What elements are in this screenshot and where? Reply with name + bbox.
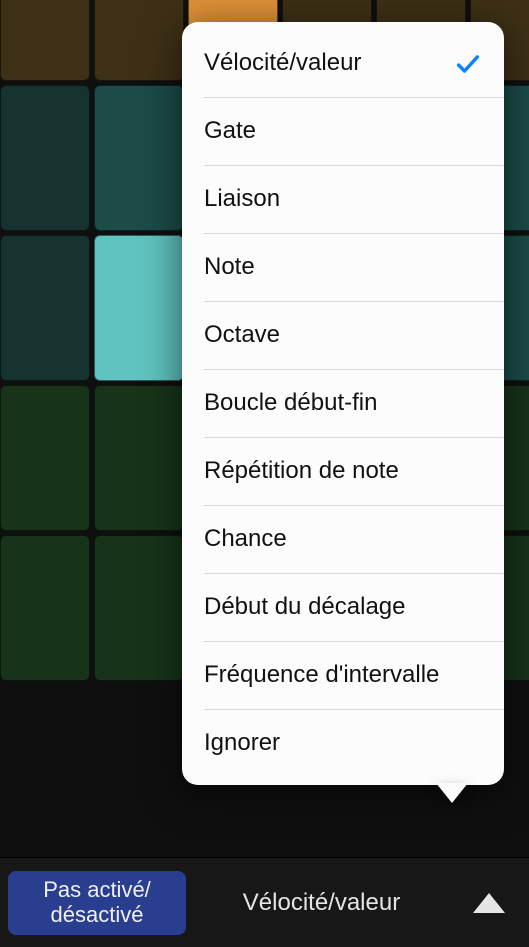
menu-item-label: Boucle début-fin: [204, 389, 377, 416]
menu-item-label: Ignorer: [204, 729, 280, 756]
check-icon: [454, 50, 482, 78]
step-toggle-button[interactable]: Pas activé/ désactivé: [8, 871, 186, 935]
menu-item-2[interactable]: Liaison: [204, 165, 504, 233]
menu-item-label: Vélocité/valeur: [204, 49, 361, 76]
menu-item-1[interactable]: Gate: [204, 97, 504, 165]
menu-item-label: Fréquence d'intervalle: [204, 661, 439, 688]
menu-item-5[interactable]: Boucle début-fin: [204, 369, 504, 437]
mode-menu-trigger[interactable]: [457, 871, 521, 935]
menu-item-3[interactable]: Note: [204, 233, 504, 301]
menu-item-6[interactable]: Répétition de note: [204, 437, 504, 505]
menu-item-7[interactable]: Chance: [204, 505, 504, 573]
grid-cell[interactable]: [0, 85, 90, 231]
grid-cell[interactable]: [0, 235, 90, 381]
grid-cell[interactable]: [0, 385, 90, 531]
grid-cell[interactable]: [0, 535, 90, 681]
menu-item-10[interactable]: Ignorer: [204, 709, 504, 777]
grid-cell[interactable]: [94, 535, 184, 681]
menu-item-9[interactable]: Fréquence d'intervalle: [204, 641, 504, 709]
grid-cell[interactable]: [94, 85, 184, 231]
menu-item-8[interactable]: Début du décalage: [204, 573, 504, 641]
grid-cell[interactable]: [94, 385, 184, 531]
menu-item-label: Chance: [204, 525, 287, 552]
grid-cell[interactable]: [94, 0, 184, 81]
edit-mode-button[interactable]: Vélocité/valeur: [194, 871, 449, 935]
menu-item-4[interactable]: Octave: [204, 301, 504, 369]
menu-item-label: Répétition de note: [204, 457, 399, 484]
menu-item-label: Gate: [204, 117, 256, 144]
grid-cell[interactable]: [0, 0, 90, 81]
menu-item-label: Liaison: [204, 185, 280, 212]
chevron-up-icon: [473, 893, 505, 913]
menu-item-label: Octave: [204, 321, 280, 348]
edit-mode-popover: Vélocité/valeur Gate Liaison Note Octave Bouc…: [182, 22, 504, 785]
popover-tail: [436, 783, 468, 803]
menu-item-label: Note: [204, 253, 255, 280]
menu-item-0[interactable]: Vélocité/valeur: [182, 30, 504, 97]
menu-item-label: Début du décalage: [204, 593, 406, 620]
grid-cell[interactable]: [94, 235, 184, 381]
toolbar: Pas activé/ désactivé Vélocité/valeur: [0, 857, 529, 947]
